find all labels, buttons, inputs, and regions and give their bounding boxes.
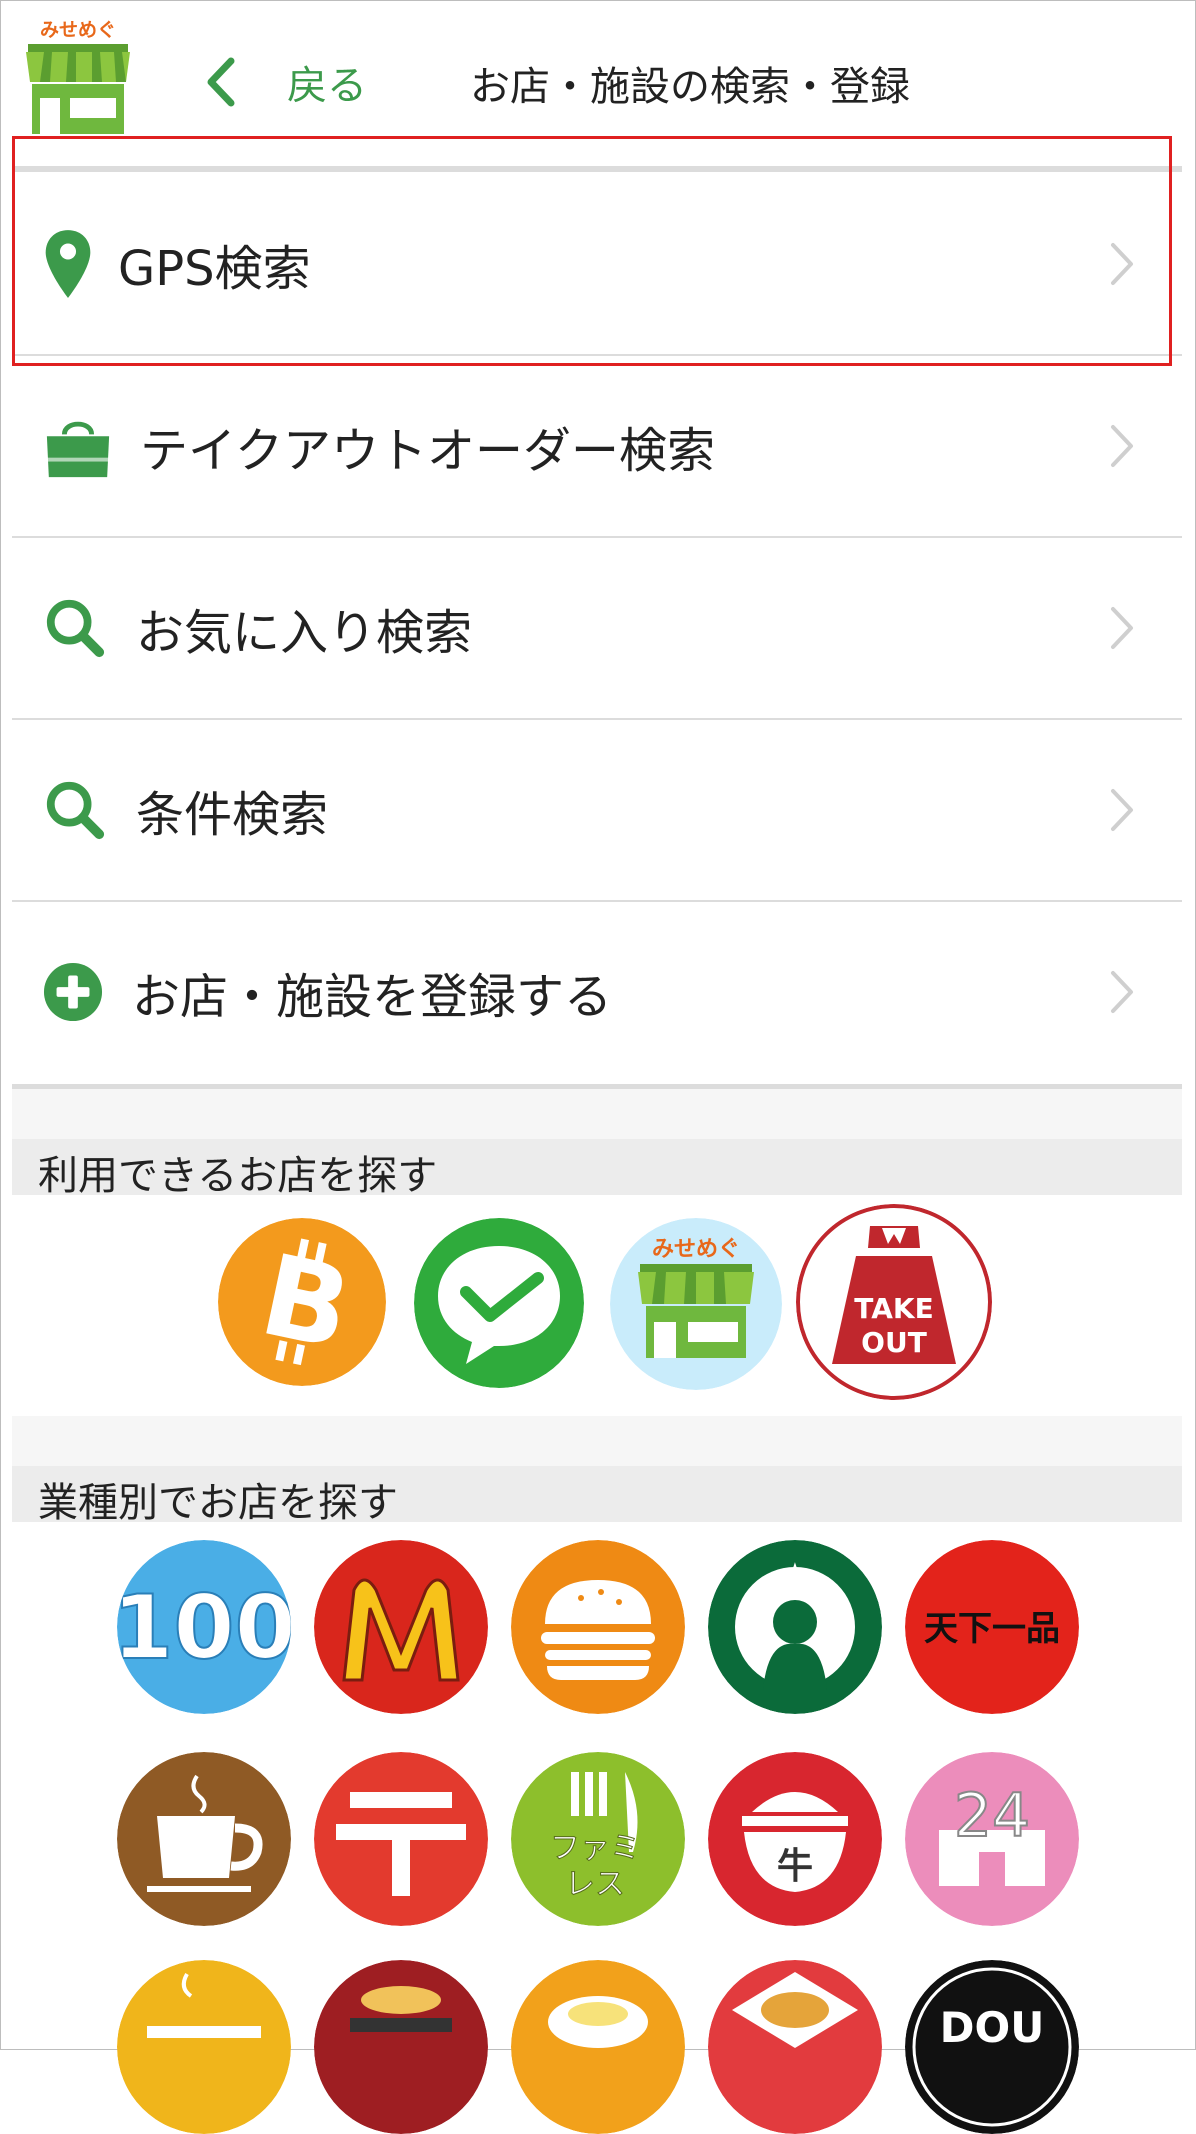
- menu-item-favorite-search[interactable]: お気に入り検索: [12, 538, 1182, 718]
- svg-text:みせめぐ: みせめぐ: [652, 1237, 740, 1262]
- category-family-restaurant[interactable]: ファミ レス: [511, 1752, 685, 1926]
- takeout-badge[interactable]: TAKE OUT: [796, 1204, 992, 1400]
- takeout-bag-icon: TAKE OUT: [796, 1204, 992, 1400]
- category-omurice[interactable]: [511, 1960, 685, 2134]
- bitcoin-badge[interactable]: B: [218, 1218, 386, 1386]
- menu-label: テイクアウトオーダー検索: [140, 423, 716, 479]
- search-icon: [42, 595, 108, 661]
- category-convenience-24[interactable]: 24: [905, 1752, 1079, 1926]
- wechat-pay-icon: [414, 1218, 584, 1388]
- section-header-category: 業種別でお店を探す: [12, 1466, 1182, 1526]
- page-title: お店・施設の検索・登録: [470, 64, 910, 110]
- section-title: 利用できるお店を探す: [38, 1153, 438, 1199]
- category-post-office[interactable]: [314, 1752, 488, 1926]
- section-title: 業種別でお店を探す: [38, 1480, 398, 1526]
- svg-text:★: ★: [782, 1557, 809, 1592]
- svg-text:OUT: OUT: [861, 1326, 927, 1359]
- menu-label: GPS検索: [118, 241, 311, 297]
- category-100yen[interactable]: 100: [117, 1540, 291, 1714]
- category-mcdonalds[interactable]: [314, 1540, 488, 1714]
- search-icon: [42, 777, 108, 843]
- map-pin-icon: [40, 224, 96, 304]
- svg-text:TAKE: TAKE: [854, 1292, 933, 1325]
- plus-circle-icon: [42, 961, 104, 1023]
- menu-item-gps-search[interactable]: GPS検索: [12, 174, 1182, 354]
- section-header-payment: 利用できるお店を探す: [12, 1139, 1182, 1199]
- category-curry[interactable]: [708, 1960, 882, 2134]
- category-starbucks[interactable]: ★: [708, 1540, 882, 1714]
- svg-text:ファミ: ファミ: [550, 1831, 640, 1866]
- chevron-right-icon: [1111, 971, 1133, 1013]
- chevron-left-icon: [207, 57, 235, 107]
- svg-text:みせめぐ: みせめぐ: [40, 19, 116, 41]
- section-spacer: [12, 1089, 1182, 1139]
- category-ramen[interactable]: [117, 1960, 291, 2134]
- svg-text:レス: レス: [565, 1867, 625, 1902]
- svg-text:24: 24: [954, 1781, 1030, 1851]
- svg-text:100: 100: [117, 1576, 291, 1679]
- svg-text:DOU: DOU: [940, 2003, 1045, 2052]
- wechat-pay-badge[interactable]: [414, 1218, 584, 1388]
- category-tempura[interactable]: [314, 1960, 488, 2134]
- menu-item-register-shop[interactable]: お店・施設を登録する: [12, 902, 1182, 1082]
- chevron-right-icon: [1111, 789, 1133, 831]
- svg-text:牛: 牛: [777, 1846, 813, 1887]
- menu-label: 条件検索: [136, 787, 329, 843]
- category-gyudon[interactable]: 牛: [708, 1752, 882, 1926]
- category-cafe[interactable]: [117, 1752, 291, 1926]
- menu-item-takeout-search[interactable]: テイクアウトオーダー検索: [12, 356, 1182, 536]
- back-label: 戻る: [287, 63, 367, 109]
- svg-text:天下一品: 天下一品: [924, 1609, 1060, 1649]
- category-doutor[interactable]: DOU: [905, 1960, 1079, 2134]
- menu-item-condition-search[interactable]: 条件検索: [12, 720, 1182, 900]
- category-burger[interactable]: [511, 1540, 685, 1714]
- chevron-right-icon: [1111, 607, 1133, 649]
- misemegu-logo[interactable]: みせめぐ: [22, 18, 134, 136]
- category-tenkaippin[interactable]: 天下一品: [905, 1540, 1079, 1714]
- chevron-right-icon: [1111, 243, 1133, 285]
- chevron-right-icon: [1111, 425, 1133, 467]
- bitcoin-icon: B: [218, 1218, 386, 1386]
- header-divider: [12, 166, 1182, 172]
- back-button[interactable]: 戻る: [205, 52, 367, 112]
- misemegu-badge[interactable]: みせめぐ: [610, 1218, 782, 1390]
- menu-label: お店・施設を登録する: [132, 969, 613, 1025]
- shopping-bag-icon: [42, 410, 114, 482]
- misemegu-store-icon: みせめぐ: [610, 1218, 782, 1390]
- section-spacer: [12, 1416, 1182, 1466]
- menu-label: お気に入り検索: [136, 605, 473, 661]
